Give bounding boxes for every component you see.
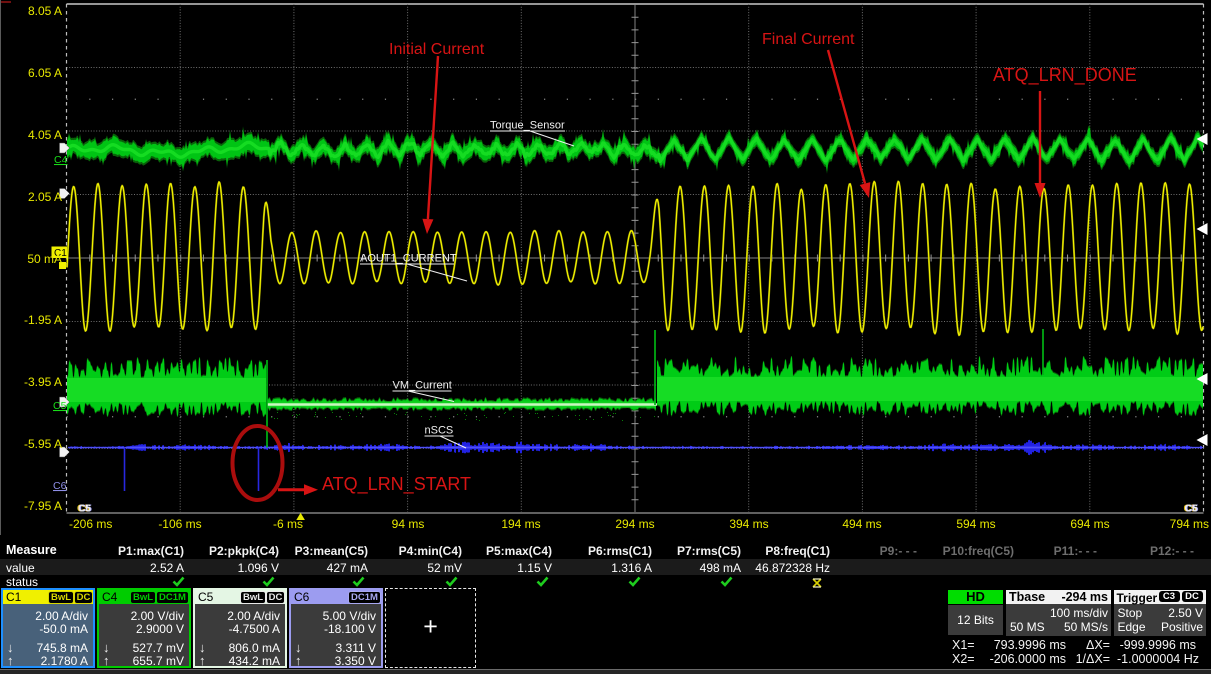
- svg-text:-206 ms: -206 ms: [69, 517, 112, 531]
- svg-text:nSCS: nSCS: [425, 425, 454, 437]
- svg-text:6.05 A: 6.05 A: [28, 66, 62, 80]
- svg-text:694 ms: 694 ms: [1070, 517, 1109, 531]
- svg-text:Final Current: Final Current: [762, 31, 855, 48]
- svg-text:ATQ_LRN_START: ATQ_LRN_START: [322, 474, 471, 495]
- svg-text:294 ms: 294 ms: [615, 517, 654, 531]
- svg-text:494 ms: 494 ms: [842, 517, 881, 531]
- svg-text:C5: C5: [53, 400, 67, 412]
- svg-text:C4: C4: [54, 154, 68, 166]
- svg-text:794 ms: 794 ms: [1170, 517, 1209, 531]
- svg-text:2.05 A: 2.05 A: [28, 190, 62, 204]
- svg-text:8.05 A: 8.05 A: [28, 4, 62, 18]
- svg-text:50 mA: 50 mA: [27, 252, 62, 266]
- svg-text:-5.95 A: -5.95 A: [24, 437, 62, 451]
- svg-text:94 ms: 94 ms: [392, 517, 425, 531]
- svg-text:-7.95 A: -7.95 A: [24, 499, 62, 513]
- svg-text:C6: C6: [53, 480, 67, 492]
- svg-text:-1.95 A: -1.95 A: [24, 313, 62, 327]
- svg-text:-3.95 A: -3.95 A: [24, 375, 62, 389]
- svg-text:AOUT1_CURRENT: AOUT1_CURRENT: [360, 253, 457, 265]
- svg-text:Initial Current: Initial Current: [389, 41, 485, 58]
- svg-text:594 ms: 594 ms: [956, 517, 995, 531]
- svg-text:Torque_Sensor: Torque_Sensor: [490, 120, 565, 132]
- svg-text:-106 ms: -106 ms: [158, 517, 201, 531]
- svg-text:VM_Current: VM_Current: [393, 380, 452, 392]
- svg-text:194 ms: 194 ms: [501, 517, 540, 531]
- svg-text:C6: C6: [1185, 504, 1198, 515]
- svg-text:C6: C6: [78, 504, 91, 515]
- svg-text:4.05 A: 4.05 A: [28, 128, 62, 142]
- svg-text:ATQ_LRN_DONE: ATQ_LRN_DONE: [993, 65, 1137, 86]
- svg-text:394 ms: 394 ms: [729, 517, 768, 531]
